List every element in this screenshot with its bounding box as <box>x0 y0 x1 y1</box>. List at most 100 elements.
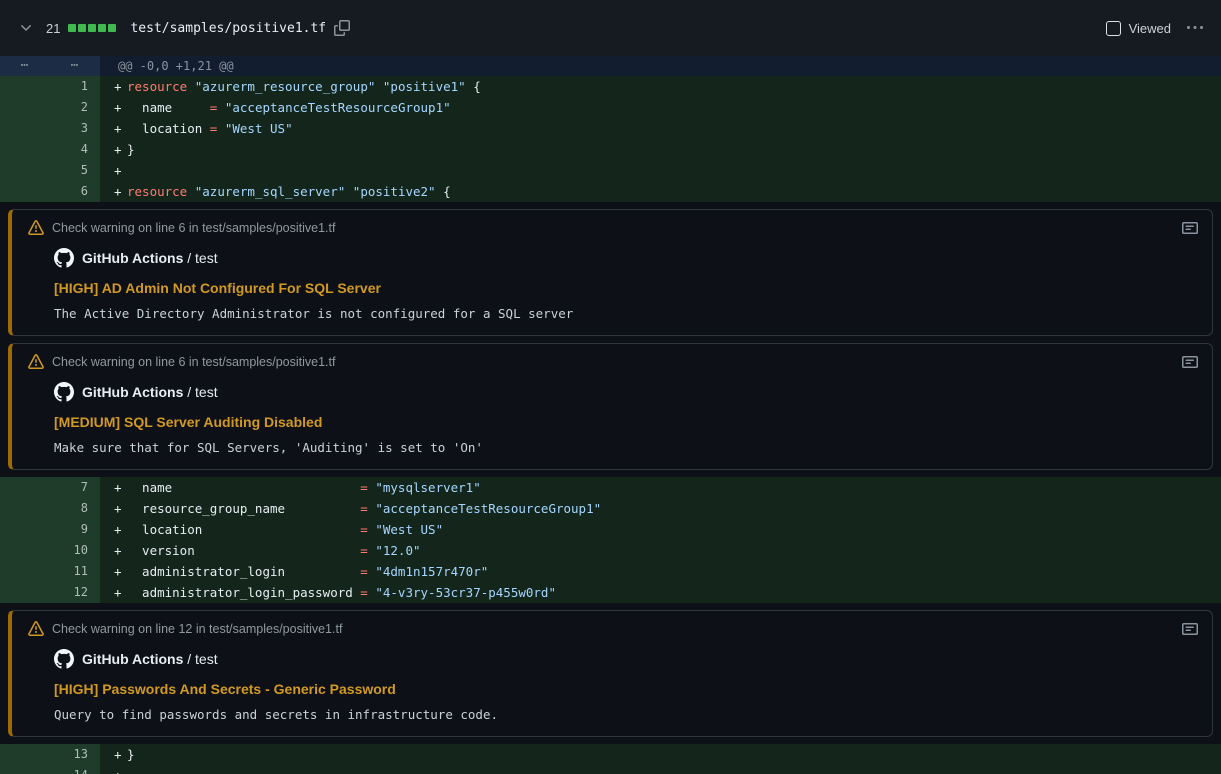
annotation-note-icon[interactable] <box>1182 354 1198 370</box>
code-line: +} <box>100 139 1221 160</box>
diff-row: 8+ resource_group_name = "acceptanceTest… <box>0 498 1221 519</box>
annotation-note-icon[interactable] <box>1182 621 1198 637</box>
diff-row: 7+ name = "mysqlserver1" <box>0 477 1221 498</box>
annotation-body: GitHub Actions / test [HIGH] Passwords A… <box>28 649 1198 722</box>
line-number[interactable]: 9 <box>0 519 100 540</box>
github-logo-icon <box>54 248 74 268</box>
diff-view: 21 test/samples/positive1.tf Viewed ⋯ ⋯ … <box>0 0 1221 774</box>
diff-lines-section: 7+ name = "mysqlserver1"8+ resource_grou… <box>0 477 1221 603</box>
code-line: + administrator_login = "4dm1n157r470r" <box>100 561 1221 582</box>
expand-up-icon[interactable]: ⋯ <box>0 56 50 76</box>
annotation-body: GitHub Actions / test [MEDIUM] SQL Serve… <box>28 382 1198 455</box>
diff-row: 10+ version = "12.0" <box>0 540 1221 561</box>
expand-down-icon[interactable]: ⋯ <box>50 56 100 76</box>
code-line: + name = "acceptanceTestResourceGroup1" <box>100 97 1221 118</box>
diff-row: 11+ administrator_login = "4dm1n157r470r… <box>0 561 1221 582</box>
annotation-title: [HIGH] AD Admin Not Configured For SQL S… <box>54 280 1198 296</box>
copy-icon[interactable] <box>334 20 350 36</box>
tool-suffix-link[interactable]: / test <box>187 651 217 667</box>
addition-marker: + <box>114 561 127 582</box>
check-annotation: Check warning on line 6 in test/samples/… <box>8 209 1213 336</box>
line-number[interactable]: 4 <box>0 139 100 160</box>
code-line: + <box>100 160 1221 181</box>
check-annotation: Check warning on line 12 in test/samples… <box>8 610 1213 737</box>
tool-name-link[interactable]: GitHub Actions <box>82 250 183 266</box>
viewed-toggle[interactable]: Viewed <box>1106 21 1171 36</box>
diff-row: 6+resource "azurerm_sql_server" "positiv… <box>0 181 1221 202</box>
code-line: + <box>100 765 1221 774</box>
annotation-description: Query to find passwords and secrets in i… <box>54 707 1198 722</box>
code-line: + name = "mysqlserver1" <box>100 477 1221 498</box>
line-number[interactable]: 6 <box>0 181 100 202</box>
file-header: 21 test/samples/positive1.tf Viewed <box>0 0 1221 56</box>
line-number[interactable]: 3 <box>0 118 100 139</box>
diffstat-block <box>98 24 106 32</box>
hunk-gutter: ⋯ ⋯ <box>0 56 100 76</box>
line-number[interactable]: 8 <box>0 498 100 519</box>
diff-row: 13+} <box>0 744 1221 765</box>
github-logo-icon <box>54 382 74 402</box>
tool-name-link[interactable]: GitHub Actions <box>82 651 183 667</box>
line-number[interactable]: 11 <box>0 561 100 582</box>
chevron-down-icon[interactable] <box>18 20 34 36</box>
addition-marker: + <box>114 97 127 118</box>
viewed-label: Viewed <box>1129 21 1171 36</box>
line-number[interactable]: 14 <box>0 765 100 774</box>
diff-lines-section: 1+resource "azurerm_resource_group" "pos… <box>0 76 1221 202</box>
addition-marker: + <box>114 139 127 160</box>
tool-suffix-link[interactable]: / test <box>187 384 217 400</box>
diff-lines-section: 13+}14 + <box>0 744 1221 774</box>
addition-marker: + <box>114 540 127 561</box>
annotation-header: Check warning on line 6 in test/samples/… <box>28 220 1198 236</box>
addition-marker: + <box>114 181 127 202</box>
diff-row: 12+ administrator_login_password = "4-v3… <box>0 582 1221 603</box>
code-line: + version = "12.0" <box>100 540 1221 561</box>
addition-marker: + <box>114 477 127 498</box>
code-line: + resource_group_name = "acceptanceTestR… <box>100 498 1221 519</box>
diffstat-block <box>108 24 116 32</box>
line-number[interactable]: 12 <box>0 582 100 603</box>
diff-row: 4+} <box>0 139 1221 160</box>
annotation-header-text: Check warning on line 6 in test/samples/… <box>52 221 335 235</box>
check-annotation: Check warning on line 6 in test/samples/… <box>8 343 1213 470</box>
addition-marker: + <box>114 519 127 540</box>
line-number[interactable]: 1 <box>0 76 100 97</box>
annotation-header: Check warning on line 6 in test/samples/… <box>28 354 1198 370</box>
line-number[interactable]: 13 <box>0 744 100 765</box>
code-line: +} <box>100 744 1221 765</box>
diff-row: 1+resource "azurerm_resource_group" "pos… <box>0 76 1221 97</box>
annotation-tool: GitHub Actions / test <box>54 248 1198 268</box>
annotation-note-icon[interactable] <box>1182 220 1198 236</box>
diff-row: 14 + <box>0 765 1221 774</box>
code-line: + location = "West US" <box>100 118 1221 139</box>
diff-row: 9+ location = "West US" <box>0 519 1221 540</box>
annotation-header-text: Check warning on line 12 in test/samples… <box>52 622 342 636</box>
github-logo-icon <box>54 649 74 669</box>
annotation-title: [HIGH] Passwords And Secrets - Generic P… <box>54 681 1198 697</box>
addition-marker: + <box>114 582 127 603</box>
code-line: + location = "West US" <box>100 519 1221 540</box>
addition-marker: + <box>114 118 127 139</box>
file-path-link[interactable]: test/samples/positive1.tf <box>130 21 326 36</box>
addition-marker: + <box>114 160 127 181</box>
diff-row: 2+ name = "acceptanceTestResourceGroup1" <box>0 97 1221 118</box>
warning-icon <box>28 354 44 370</box>
diff-row: 3+ location = "West US" <box>0 118 1221 139</box>
code-line: +resource "azurerm_resource_group" "posi… <box>100 76 1221 97</box>
diffstat-block <box>68 24 76 32</box>
addition-marker: + <box>114 765 127 774</box>
line-number[interactable]: 7 <box>0 477 100 498</box>
diffstat[interactable] <box>68 24 116 32</box>
addition-marker: + <box>114 744 127 765</box>
annotation-tool: GitHub Actions / test <box>54 382 1198 402</box>
tool-suffix-link[interactable]: / test <box>187 250 217 266</box>
kebab-menu-icon[interactable] <box>1187 20 1203 36</box>
line-number[interactable]: 5 <box>0 160 100 181</box>
warning-icon <box>28 621 44 637</box>
tool-name-link[interactable]: GitHub Actions <box>82 384 183 400</box>
line-number[interactable]: 10 <box>0 540 100 561</box>
line-number[interactable]: 2 <box>0 97 100 118</box>
diff-row: 5+ <box>0 160 1221 181</box>
viewed-checkbox[interactable] <box>1106 21 1121 36</box>
annotation-body: GitHub Actions / test [HIGH] AD Admin No… <box>28 248 1198 321</box>
